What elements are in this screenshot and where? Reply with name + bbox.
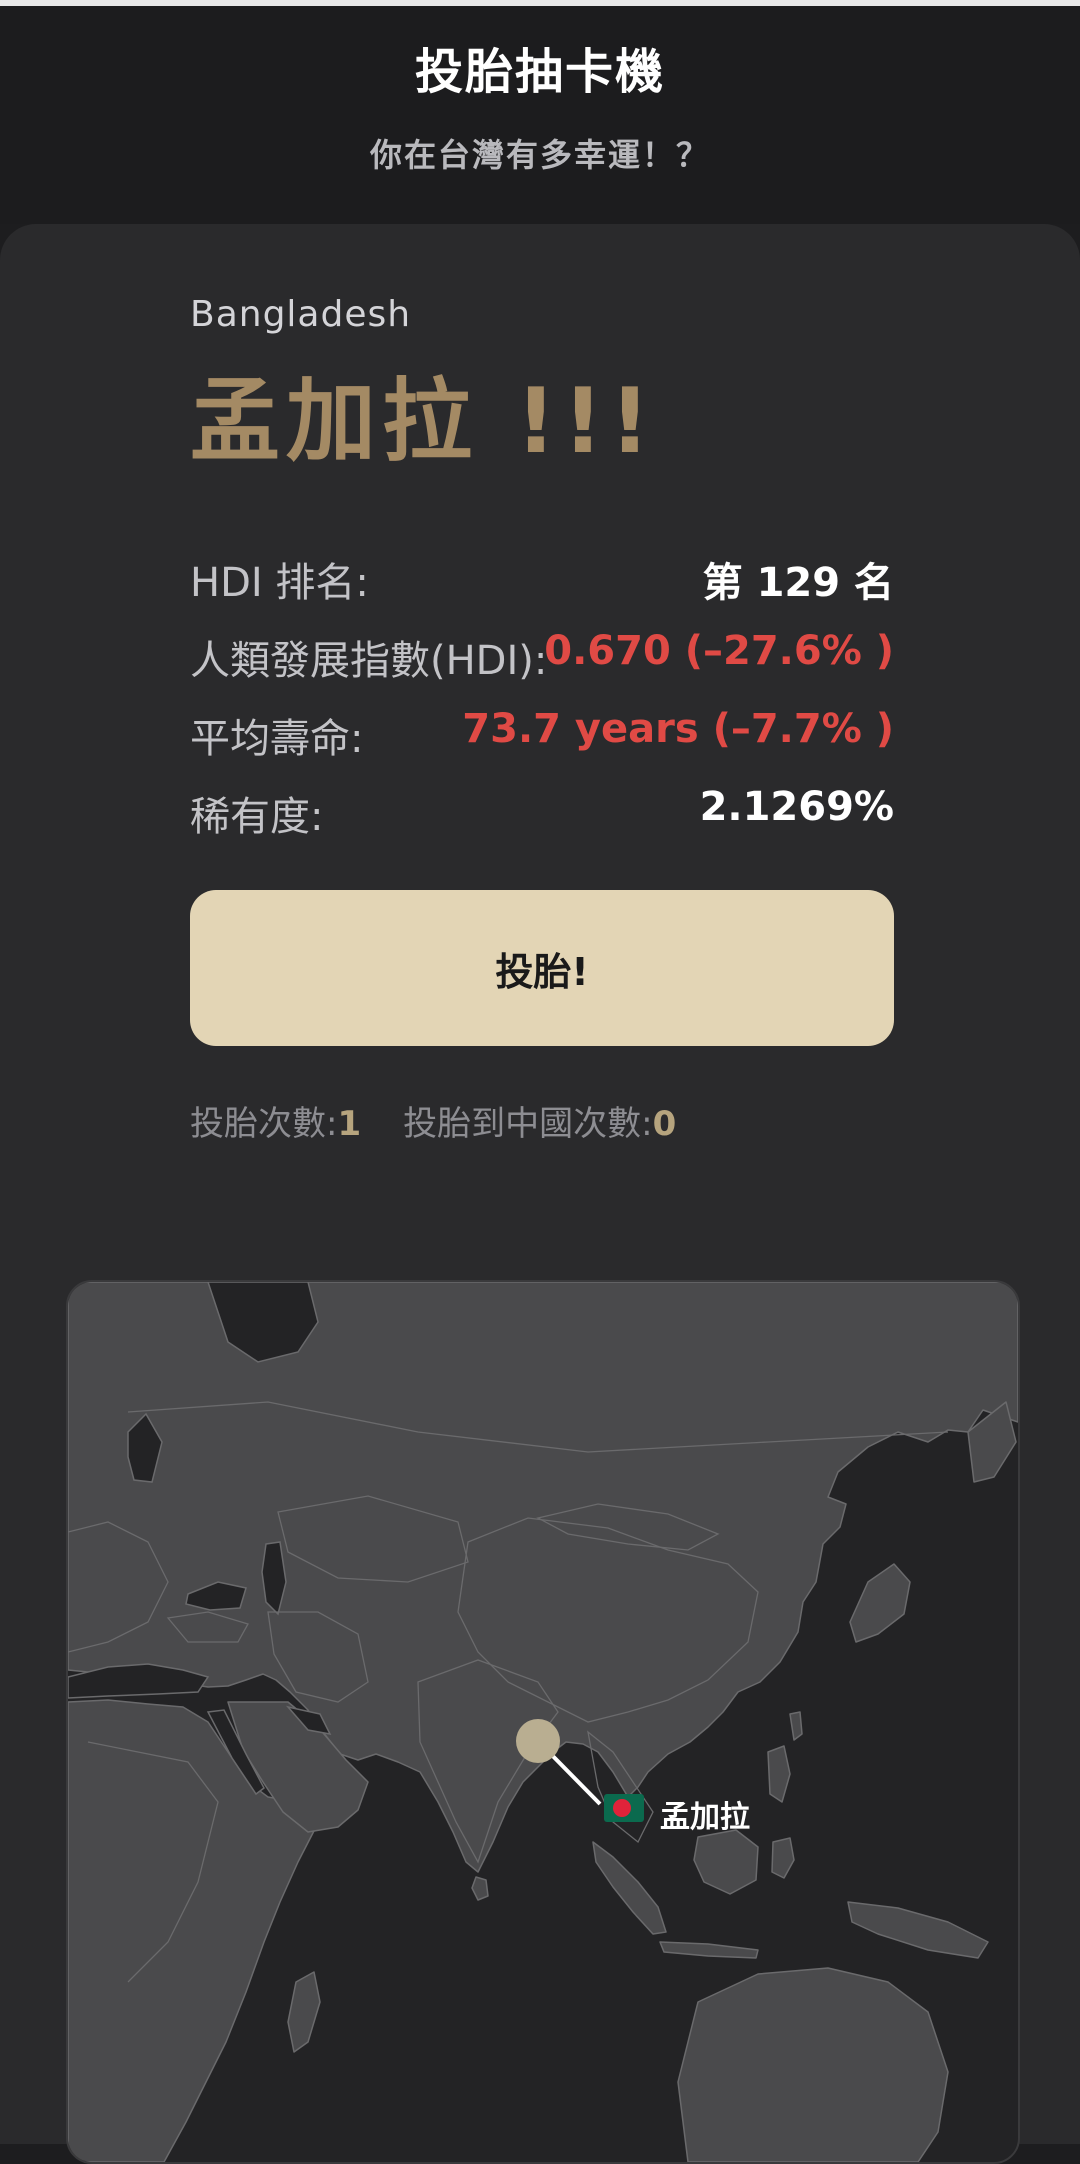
china-count-value: 0	[652, 1104, 677, 1144]
stat-row-hdi-rank: HDI 排名: 第 129 名	[190, 550, 894, 610]
hdi-label: 人類發展指數(HDI):	[190, 638, 548, 684]
map-landmass-srilanka	[471, 1876, 489, 1901]
life-expectancy-label: 平均壽命:	[190, 716, 364, 762]
stat-row-life-expectancy: 平均壽命: 73.7 years (–7.7% )	[190, 706, 894, 766]
hdi-value: 0.670 (–27.6% )	[544, 628, 894, 674]
country-name-chinese: 孟加拉 !!!	[190, 369, 657, 474]
hdi-rank-label: HDI 排名:	[190, 560, 369, 606]
app-title: 投胎抽卡機	[414, 44, 665, 100]
draw-counters: 投胎次數:1 投胎到中國次數:0	[190, 1096, 676, 1145]
rarity-label: 稀有度:	[190, 794, 324, 840]
stat-row-hdi: 人類發展指數(HDI): 0.670 (–27.6% )	[190, 628, 894, 688]
stat-row-rarity: 稀有度: 2.1269%	[190, 784, 894, 844]
map-marker-label: 孟加拉	[660, 1800, 750, 1835]
life-expectancy-value: 73.7 years (–7.7% )	[462, 706, 894, 752]
map-landmass-japan	[849, 1563, 911, 1643]
map-landmass-newguinea	[847, 1901, 989, 1959]
draw-count-value: 1	[337, 1104, 362, 1144]
hdi-rank-value: 第 129 名	[702, 560, 894, 606]
map-landmass-taiwan	[789, 1711, 803, 1741]
map-landmass-australia	[677, 1967, 949, 2162]
bangladesh-flag-icon	[604, 1794, 644, 1822]
map-landmass-borneo	[693, 1829, 759, 1895]
app-subtitle: 你在台灣有多幸運！？	[369, 136, 710, 174]
map-landmass-sumatra	[592, 1841, 667, 1935]
map-landmass-philippines	[767, 1745, 791, 1803]
rarity-value: 2.1269%	[699, 784, 894, 830]
country-name-english: Bangladesh	[190, 294, 412, 335]
draw-count-label: 投胎次數:	[190, 1104, 338, 1144]
map-landmass-madagascar	[287, 1971, 321, 2053]
draw-button[interactable]: 投胎!	[190, 890, 894, 1046]
map-landmass-sulawesi	[771, 1837, 795, 1879]
map-canvas	[68, 1282, 1018, 2162]
china-count-label: 投胎到中國次數:	[403, 1104, 653, 1144]
app-header: 投胎抽卡機 你在台灣有多幸運！？	[0, 6, 1080, 224]
map-location-marker	[516, 1719, 560, 1763]
map-landmass-java	[659, 1941, 759, 1959]
world-map[interactable]: 孟加拉	[66, 1280, 1020, 2164]
